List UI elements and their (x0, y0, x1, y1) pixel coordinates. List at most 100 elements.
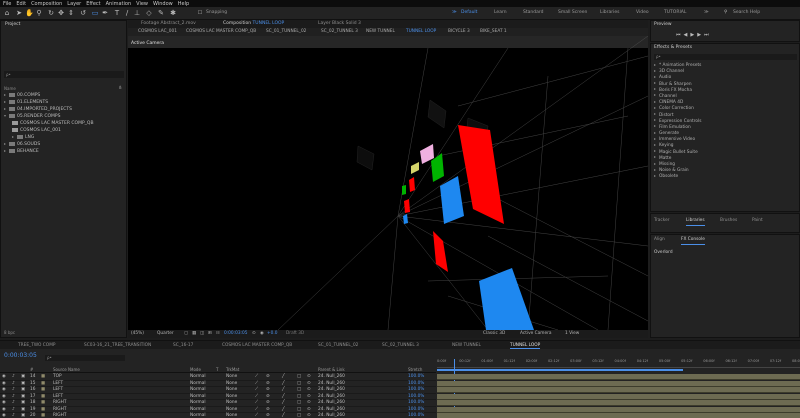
workspace-tutorial[interactable]: TUTORIAL (664, 10, 686, 15)
menu-file[interactable]: File (3, 1, 11, 7)
layer-duration-bar[interactable] (437, 413, 800, 418)
layer-source-name[interactable]: RIGHT (53, 413, 66, 418)
timeline-search-input[interactable]: ρ• (45, 355, 125, 361)
tree-folder-elements[interactable]: 01.ELEMENTS (4, 99, 126, 106)
layer-tab[interactable]: Layer Black Solid 3 (318, 20, 361, 28)
orbit-camera-icon[interactable]: ↻ (47, 9, 55, 17)
quality-switch-icon[interactable]: ╱ (282, 413, 285, 418)
layer-parent-dropdown[interactable]: 24. Null_260 (318, 413, 345, 418)
exposure-value[interactable]: +0.0 (267, 330, 277, 338)
timeline-tab[interactable]: COSMOS LAC MASTER COMP_QB (222, 342, 292, 349)
timeline-tab[interactable]: SC03-16_21_TREE_TRANSITION (84, 342, 151, 349)
tab-libraries[interactable]: Libraries (686, 217, 705, 226)
layer-duration-bar[interactable] (437, 374, 800, 381)
puppet-tool-icon[interactable]: ✱ (169, 9, 177, 17)
layer-mode-dropdown[interactable]: Normal (190, 413, 206, 418)
magnification-dropdown[interactable]: (45%) (131, 330, 144, 338)
last-frame-icon[interactable]: ⏭ (704, 32, 712, 38)
layer-label-color-icon[interactable]: ■ (41, 413, 45, 418)
viewer-timecode[interactable]: 0:00:03:05 (224, 330, 247, 338)
search-help-input[interactable]: Search Help (733, 10, 760, 15)
selection-tool-icon[interactable]: ➤ (15, 9, 23, 17)
resolution-dropdown[interactable]: Quarter (157, 330, 174, 338)
dolly-camera-icon[interactable]: ⇕ (67, 9, 75, 17)
nav-tunnel-loop[interactable]: TUNNEL LOOP (406, 28, 436, 36)
tab-tracker[interactable]: Tracker (654, 217, 670, 225)
tab-fx-console[interactable]: FX Console (681, 236, 705, 245)
menu-window[interactable]: Window (153, 1, 173, 7)
brush-tool-icon[interactable]: / (123, 9, 131, 17)
tab-paint[interactable]: Paint (752, 217, 763, 225)
first-frame-icon[interactable]: ⏮ (676, 32, 684, 38)
snapshot-icon[interactable]: ⊙ (252, 330, 256, 338)
project-name-header[interactable]: Name (4, 86, 124, 91)
menu-layer[interactable]: Layer (67, 1, 81, 7)
roto-brush-icon[interactable]: ✎ (157, 9, 165, 17)
bit-depth-button[interactable]: 8 bpc (4, 330, 15, 335)
pan-camera-icon[interactable]: ✥ (57, 9, 65, 17)
fx-category[interactable]: Obsolete (654, 174, 797, 180)
timeline-tab-active[interactable]: TUNNEL LOOP (510, 342, 541, 349)
effects-search-input[interactable]: ρ• (654, 54, 797, 60)
shy-switch-icon[interactable]: ⟋ (255, 413, 258, 418)
layer-stretch-value[interactable]: 100.0% (408, 413, 424, 418)
layer-duration-bar[interactable] (437, 400, 800, 407)
zoom-tool-icon[interactable]: ⚲ (35, 9, 43, 17)
mask-visibility-icon[interactable]: ◫ (200, 330, 204, 338)
transparency-grid-icon[interactable]: ▦ (192, 330, 196, 338)
workspace-standard[interactable]: Standard (523, 10, 543, 15)
menu-view[interactable]: View (136, 1, 148, 7)
timeline-tab[interactable]: SC_01_TUNNEL_02 (318, 342, 358, 349)
timeline-timecode[interactable]: 0:00:03:05 (4, 352, 37, 359)
nav-tunnel-02[interactable]: SC_01_TUNNEL_02 (266, 28, 306, 36)
camera-view-dropdown[interactable]: Active Camera (520, 330, 552, 338)
parent-pickwhip-icon[interactable]: ⊙ (307, 413, 311, 418)
timeline-tab[interactable]: SC_16-17 (173, 342, 193, 349)
solo-icon[interactable]: ▣ (21, 413, 25, 418)
menu-animation[interactable]: Animation (106, 1, 132, 7)
search-icon[interactable]: ⚲ (724, 10, 727, 15)
tree-comp-lac[interactable]: COSMOS LAC_001 (4, 127, 126, 134)
composition-viewer[interactable]: Active Camera (128, 36, 648, 330)
time-ruler[interactable]: 0:00f 00:12f 01:00f 01:12f 02:00f 02:12f 03:00… (437, 358, 800, 368)
renderer-button[interactable]: Classic 3D (483, 330, 505, 338)
workspace-small-screen[interactable]: Small Screen (558, 10, 587, 15)
home-icon[interactable]: ⌂ (3, 9, 11, 17)
nav-comp-lac[interactable]: COSMOS LAC_001 (138, 28, 177, 36)
tree-comp-master[interactable]: COSMOS LAC MASTER COMP_QB (4, 120, 126, 127)
nav-new-tunnel[interactable]: NEW TUNNEL (366, 28, 395, 36)
menu-help[interactable]: Help (178, 1, 189, 7)
menu-composition[interactable]: Composition (31, 1, 62, 7)
collapse-switch-icon[interactable]: ⊘ (266, 413, 270, 418)
workspace-learn[interactable]: Learn (494, 10, 507, 15)
tree-folder-behance[interactable]: BEHANCE (4, 148, 126, 155)
footage-tab[interactable]: Footage Abstract_2.mov (141, 20, 196, 28)
grid-guides-icon[interactable]: ⊞ (208, 330, 212, 338)
tab-align[interactable]: Align (654, 236, 665, 244)
show-channel-icon[interactable]: ◉ (260, 330, 264, 338)
timeline-tab[interactable]: SC_02_TUNNEL 3 (382, 342, 419, 349)
work-area-bar[interactable] (437, 369, 683, 371)
timeline-tab[interactable]: TREE_TWO COMP (18, 342, 56, 349)
nav-comp-master[interactable]: COSMOS LAC MASTER COMP_QB (186, 28, 256, 36)
project-flowchart-icon[interactable]: ⋔ (118, 85, 122, 91)
tree-folder-comps[interactable]: 00.COMPS (4, 92, 126, 99)
layer-duration-bar[interactable] (437, 387, 800, 394)
visibility-eye-icon[interactable]: ◉ (2, 413, 6, 418)
tab-brushes[interactable]: Brushes (720, 217, 737, 225)
audio-icon[interactable]: ♪ (12, 413, 15, 418)
draft-3d-toggle[interactable]: Draft 3D (286, 330, 304, 338)
workspace-libraries[interactable]: Libraries (600, 10, 619, 15)
snapping-checkbox[interactable]: ☐ (196, 9, 204, 17)
nav-tunnel-3[interactable]: SC_02_TUNNEL 3 (321, 28, 358, 36)
hand-tool-icon[interactable]: ✋ (25, 9, 34, 17)
layer-duration-bar[interactable] (437, 406, 800, 413)
tree-folder-imported[interactable]: 04.IMPORTED_PROJECTS (4, 106, 126, 113)
motion-blur-icon[interactable]: □ (297, 413, 301, 418)
project-search-input[interactable]: ρ• (4, 71, 124, 78)
region-of-interest-icon[interactable]: ▢ (184, 330, 188, 338)
timeline-tab[interactable]: NEW TUNNEL (452, 342, 481, 349)
rotate-tool-icon[interactable]: ↺ (79, 9, 87, 17)
layer-row[interactable]: ◉ ♪ ▣ 20 ■ RIGHT Normal None ⟋ ⊘ ╱ □ ⊙ 24. Null_260 10… (0, 413, 436, 418)
eraser-tool-icon[interactable]: ◇ (145, 9, 153, 17)
